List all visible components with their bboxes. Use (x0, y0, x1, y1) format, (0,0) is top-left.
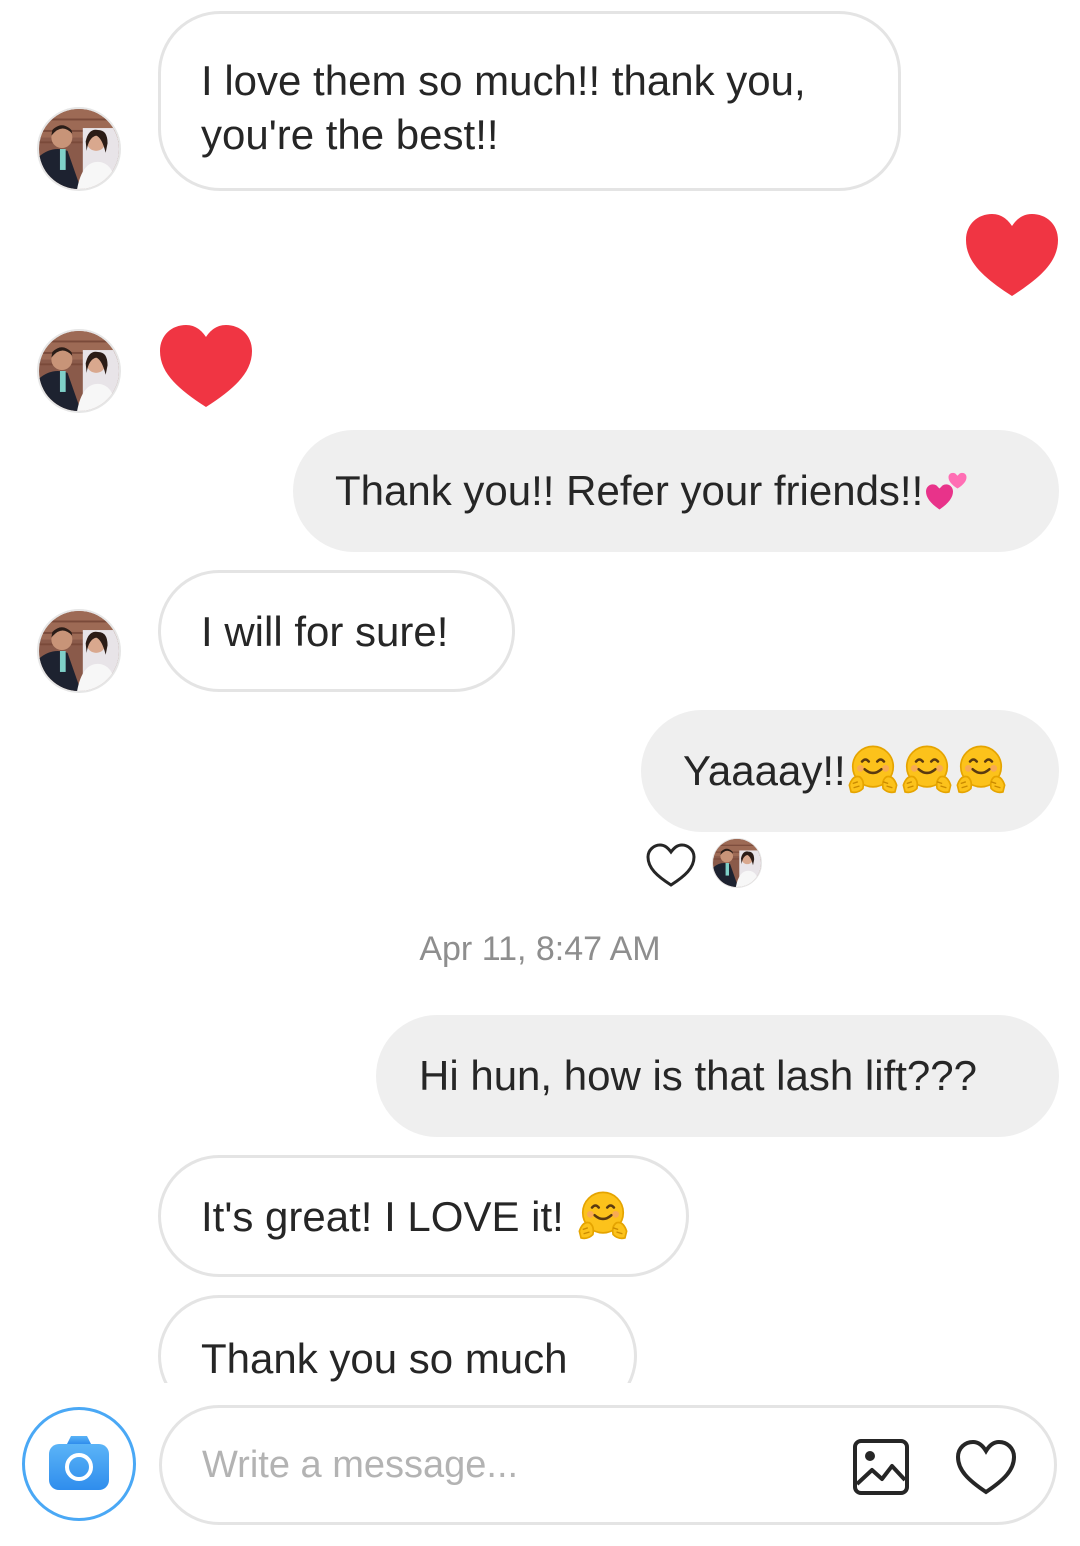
like-heart-icon[interactable] (954, 1438, 1018, 1496)
incoming-message[interactable]: Thank you so much (158, 1295, 637, 1383)
two-hearts-emoji (923, 466, 971, 514)
hugging-face-emoji (576, 1189, 630, 1243)
message-text: Thank you!! Refer your friends!! (335, 467, 924, 514)
message-text: Hi hun, how is that lash lift??? (419, 1052, 977, 1099)
camera-icon (49, 1436, 109, 1490)
outgoing-message[interactable]: Hi hun, how is that lash lift??? (376, 1015, 1059, 1137)
avatar-photo (713, 839, 761, 887)
message-text: I will for sure! (201, 608, 449, 655)
message-input[interactable] (202, 1444, 822, 1487)
heart-reaction-outgoing[interactable] (964, 212, 1060, 298)
message-line: you're the best!! (201, 111, 499, 158)
outgoing-message[interactable]: Yaaaay!! (641, 710, 1059, 832)
avatar-photo (39, 331, 119, 411)
hugging-face-emoji (954, 743, 1008, 797)
camera-button[interactable] (22, 1407, 136, 1521)
avatar-photo (39, 611, 119, 691)
heart-outline-icon[interactable] (645, 842, 697, 888)
incoming-message[interactable]: I love them so much!! thank you, you're … (158, 11, 901, 191)
seen-by-avatar (712, 838, 762, 888)
message-composer (159, 1405, 1057, 1525)
message-text: Thank you so much (201, 1335, 568, 1382)
contact-avatar[interactable] (37, 107, 121, 191)
incoming-message[interactable]: It's great! I LOVE it! (158, 1155, 689, 1277)
contact-avatar[interactable] (37, 329, 121, 413)
dm-conversation-screen: I love them so much!! thank you, you're … (0, 0, 1080, 1546)
timestamp: Apr 11, 8:47 AM (419, 930, 661, 968)
contact-avatar[interactable] (37, 609, 121, 693)
message-text: Yaaaay!! (683, 747, 846, 794)
heart-reaction-incoming[interactable] (158, 323, 254, 409)
image-icon[interactable] (852, 1438, 910, 1496)
hugging-face-emoji (900, 743, 954, 797)
hugging-face-emoji (846, 743, 900, 797)
avatar-photo (39, 109, 119, 189)
message-thread[interactable]: I love them so much!! thank you, you're … (0, 0, 1080, 1383)
message-line: I love them so much!! thank you, (201, 57, 806, 104)
outgoing-message[interactable]: Thank you!! Refer your friends!! (293, 430, 1059, 552)
message-text: It's great! I LOVE it! (201, 1193, 564, 1240)
incoming-message[interactable]: I will for sure! (158, 570, 515, 692)
